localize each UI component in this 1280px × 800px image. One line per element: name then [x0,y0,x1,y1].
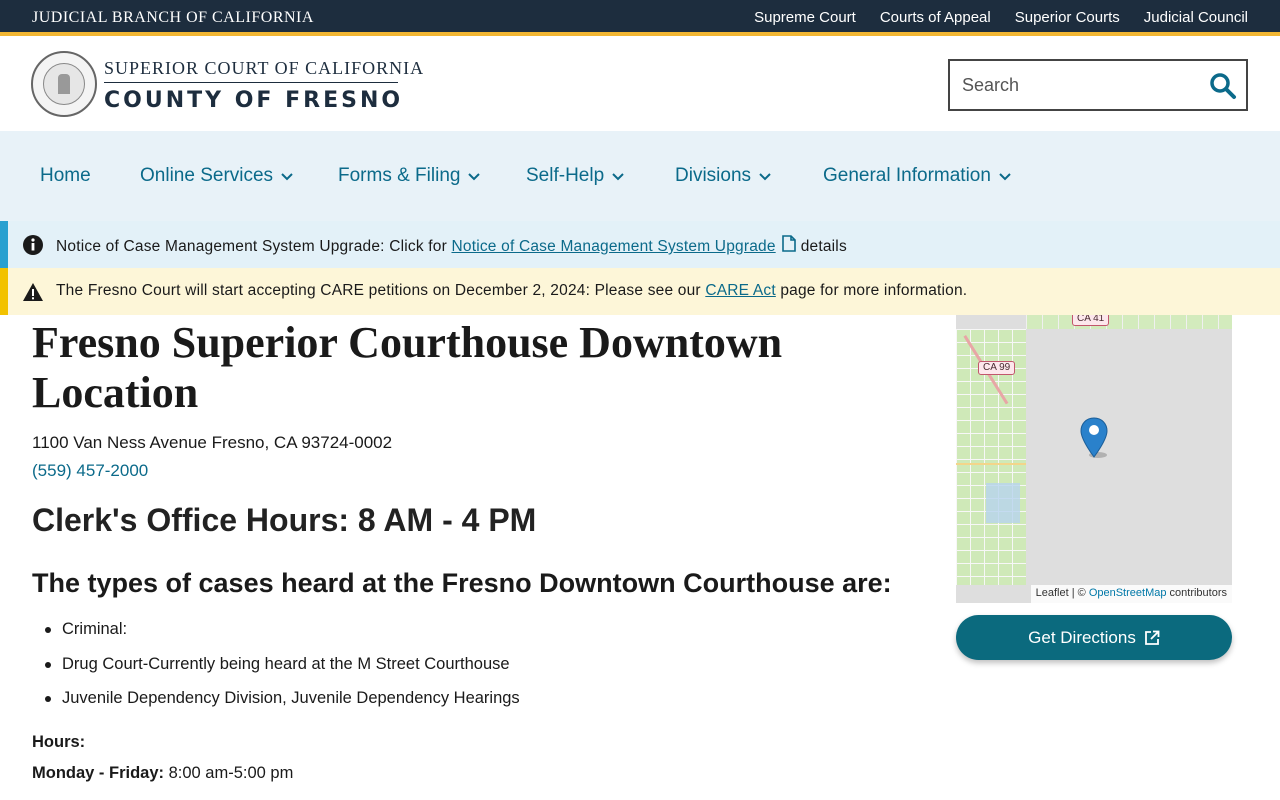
chevron-down-icon [612,173,624,181]
external-link-icon [1144,630,1160,645]
nav-general-information[interactable]: General Information [823,165,1011,187]
courthouse-address: 1100 Van Ness Avenue Fresno, CA 93724-00… [32,433,393,452]
warning-alert-suffix: page for more information. [775,282,968,299]
map-attribution: Leaflet | © OpenStreetMap contributors [1030,585,1232,603]
case-types-heading: The types of cases heard at the Fresno D… [32,568,892,598]
hours-row: Monday - Friday: 8:00 am-5:00 pm [32,764,293,783]
search-button[interactable] [1208,71,1238,101]
warning-icon [23,283,43,301]
map-road [956,463,1026,465]
care-act-link[interactable]: CARE Act [705,282,776,299]
logo-superior-court[interactable]: SUPERIOR COURT OF CALIFORNIA [104,58,424,79]
highway-shield-ca99: CA 99 [978,361,1016,375]
map-marker-icon[interactable] [1080,417,1108,459]
judicial-branch-brand[interactable]: JUDICIAL BRANCH OF CALIFORNIA [32,9,314,27]
info-alert: Notice of Case Management System Upgrade… [0,221,1280,268]
nav-online-services[interactable]: Online Services [140,165,293,187]
hours-time: 8:00 am-5:00 pm [164,764,294,782]
nav-divisions[interactable]: Divisions [675,165,771,187]
map-water [986,483,1020,523]
link-judicial-council[interactable]: Judicial Council [1144,9,1248,26]
courthouse-phone-link[interactable]: (559) 457-2000 [32,461,148,481]
list-item: Criminal: [45,618,520,653]
location-map[interactable]: CA 41 CA 99 Leaflet | © OpenStreetMap co… [956,315,1232,603]
list-item: Juvenile Dependency Division, Juvenile D… [45,687,520,722]
link-superior-courts[interactable]: Superior Courts [1015,9,1120,26]
search-icon [1210,73,1236,99]
top-links: Supreme Court Courts of Appeal Superior … [754,9,1248,26]
main-nav: Home Online Services Forms & Filing Self… [0,131,1280,221]
site-header: SUPERIOR COURT OF CALIFORNIA COUNTY OF F… [0,40,1280,131]
search-input[interactable] [950,61,1200,109]
chevron-down-icon [468,173,481,181]
nav-self-help[interactable]: Self-Help [526,165,624,187]
info-alert-text: Notice of Case Management System Upgrade… [56,235,847,256]
warning-alert-bar [0,268,8,315]
info-alert-bar [0,221,8,268]
chevron-down-icon [281,173,293,181]
top-utility-bar: JUDICIAL BRANCH OF CALIFORNIA Supreme Co… [0,0,1280,36]
nav-divisions-label: Divisions [675,165,752,186]
get-directions-button[interactable]: Get Directions [956,615,1232,660]
nav-forms-filing[interactable]: Forms & Filing [338,165,481,187]
info-alert-prefix: Notice of Case Management System Upgrade… [56,238,452,255]
document-icon [782,235,796,252]
warning-alert: The Fresno Court will start accepting CA… [0,268,1280,315]
map-attribution-suffix: contributors [1166,587,1227,599]
nav-home[interactable]: Home [40,165,91,187]
link-supreme-court[interactable]: Supreme Court [754,9,856,26]
search-box [948,59,1248,111]
clerk-office-hours-heading: Clerk's Office Hours: 8 AM - 4 PM [32,502,537,538]
court-seal-logo[interactable] [31,51,97,117]
info-icon [23,235,43,255]
nav-general-information-label: General Information [823,165,991,186]
info-alert-link[interactable]: Notice of Case Management System Upgrade [451,238,775,255]
map-attribution-prefix: Leaflet | © [1035,587,1089,599]
warning-alert-text: The Fresno Court will start accepting CA… [56,282,967,300]
nav-home-label: Home [40,165,91,186]
highway-shield-ca41: CA 41 [1072,315,1110,326]
logo-divider [104,82,398,83]
nav-self-help-label: Self-Help [526,165,605,186]
warning-alert-prefix: The Fresno Court will start accepting CA… [56,282,706,299]
page-title: Fresno Superior Courthouse Downtown Loca… [32,318,783,417]
info-alert-suffix: details [796,238,847,255]
chevron-down-icon [759,173,771,181]
case-types-list: Criminal: Drug Court-Currently being hea… [45,618,520,722]
hours-days: Monday - Friday: [32,764,165,782]
get-directions-label: Get Directions [1028,627,1136,647]
nav-forms-filing-label: Forms & Filing [338,165,461,186]
logo-county-name[interactable]: COUNTY OF FRESNO [104,88,403,113]
link-courts-of-appeal[interactable]: Courts of Appeal [880,9,991,26]
hours-label: Hours: [32,733,86,751]
map-tiles-top [1026,315,1232,329]
openstreetmap-link[interactable]: OpenStreetMap [1089,587,1167,599]
list-item: Drug Court-Currently being heard at the … [45,653,520,688]
nav-online-services-label: Online Services [140,165,274,186]
chevron-down-icon [999,173,1011,181]
